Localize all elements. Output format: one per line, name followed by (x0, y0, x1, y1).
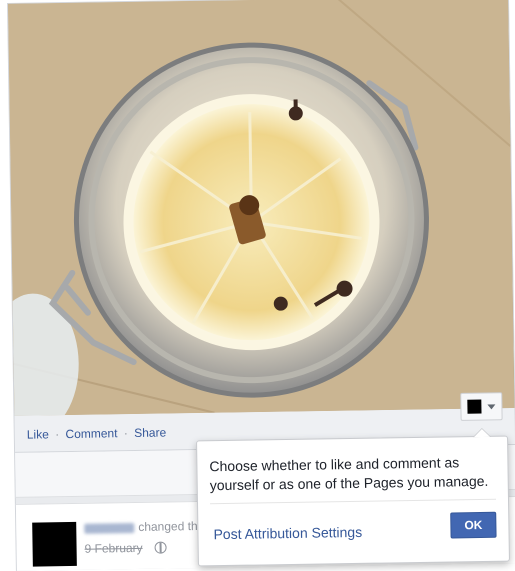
share-link[interactable]: Share (134, 425, 166, 440)
chevron-down-icon (487, 403, 496, 409)
avatar[interactable] (32, 521, 77, 567)
separator: · (55, 427, 60, 442)
activity-date[interactable]: 9 February (84, 541, 142, 556)
comment-link[interactable]: Comment (65, 426, 117, 441)
post-attribution-settings-link[interactable]: Post Attribution Settings (213, 524, 362, 542)
post-actions: Like · Comment · Share (27, 425, 167, 441)
page-identity-selector[interactable] (460, 392, 503, 421)
post-photo[interactable] (8, 0, 515, 416)
popover-message: Choose whether to like and comment as yo… (209, 454, 489, 494)
globe-icon (154, 541, 167, 554)
page-avatar (467, 399, 482, 414)
post-attribution-popover: Choose whether to like and comment as yo… (196, 435, 510, 567)
ok-button[interactable]: OK (450, 511, 497, 539)
divider (210, 498, 496, 505)
jar-lemon-image (8, 0, 515, 416)
separator: · (123, 426, 128, 441)
blurred-user-name[interactable] (84, 523, 135, 534)
like-link[interactable]: Like (27, 427, 49, 441)
